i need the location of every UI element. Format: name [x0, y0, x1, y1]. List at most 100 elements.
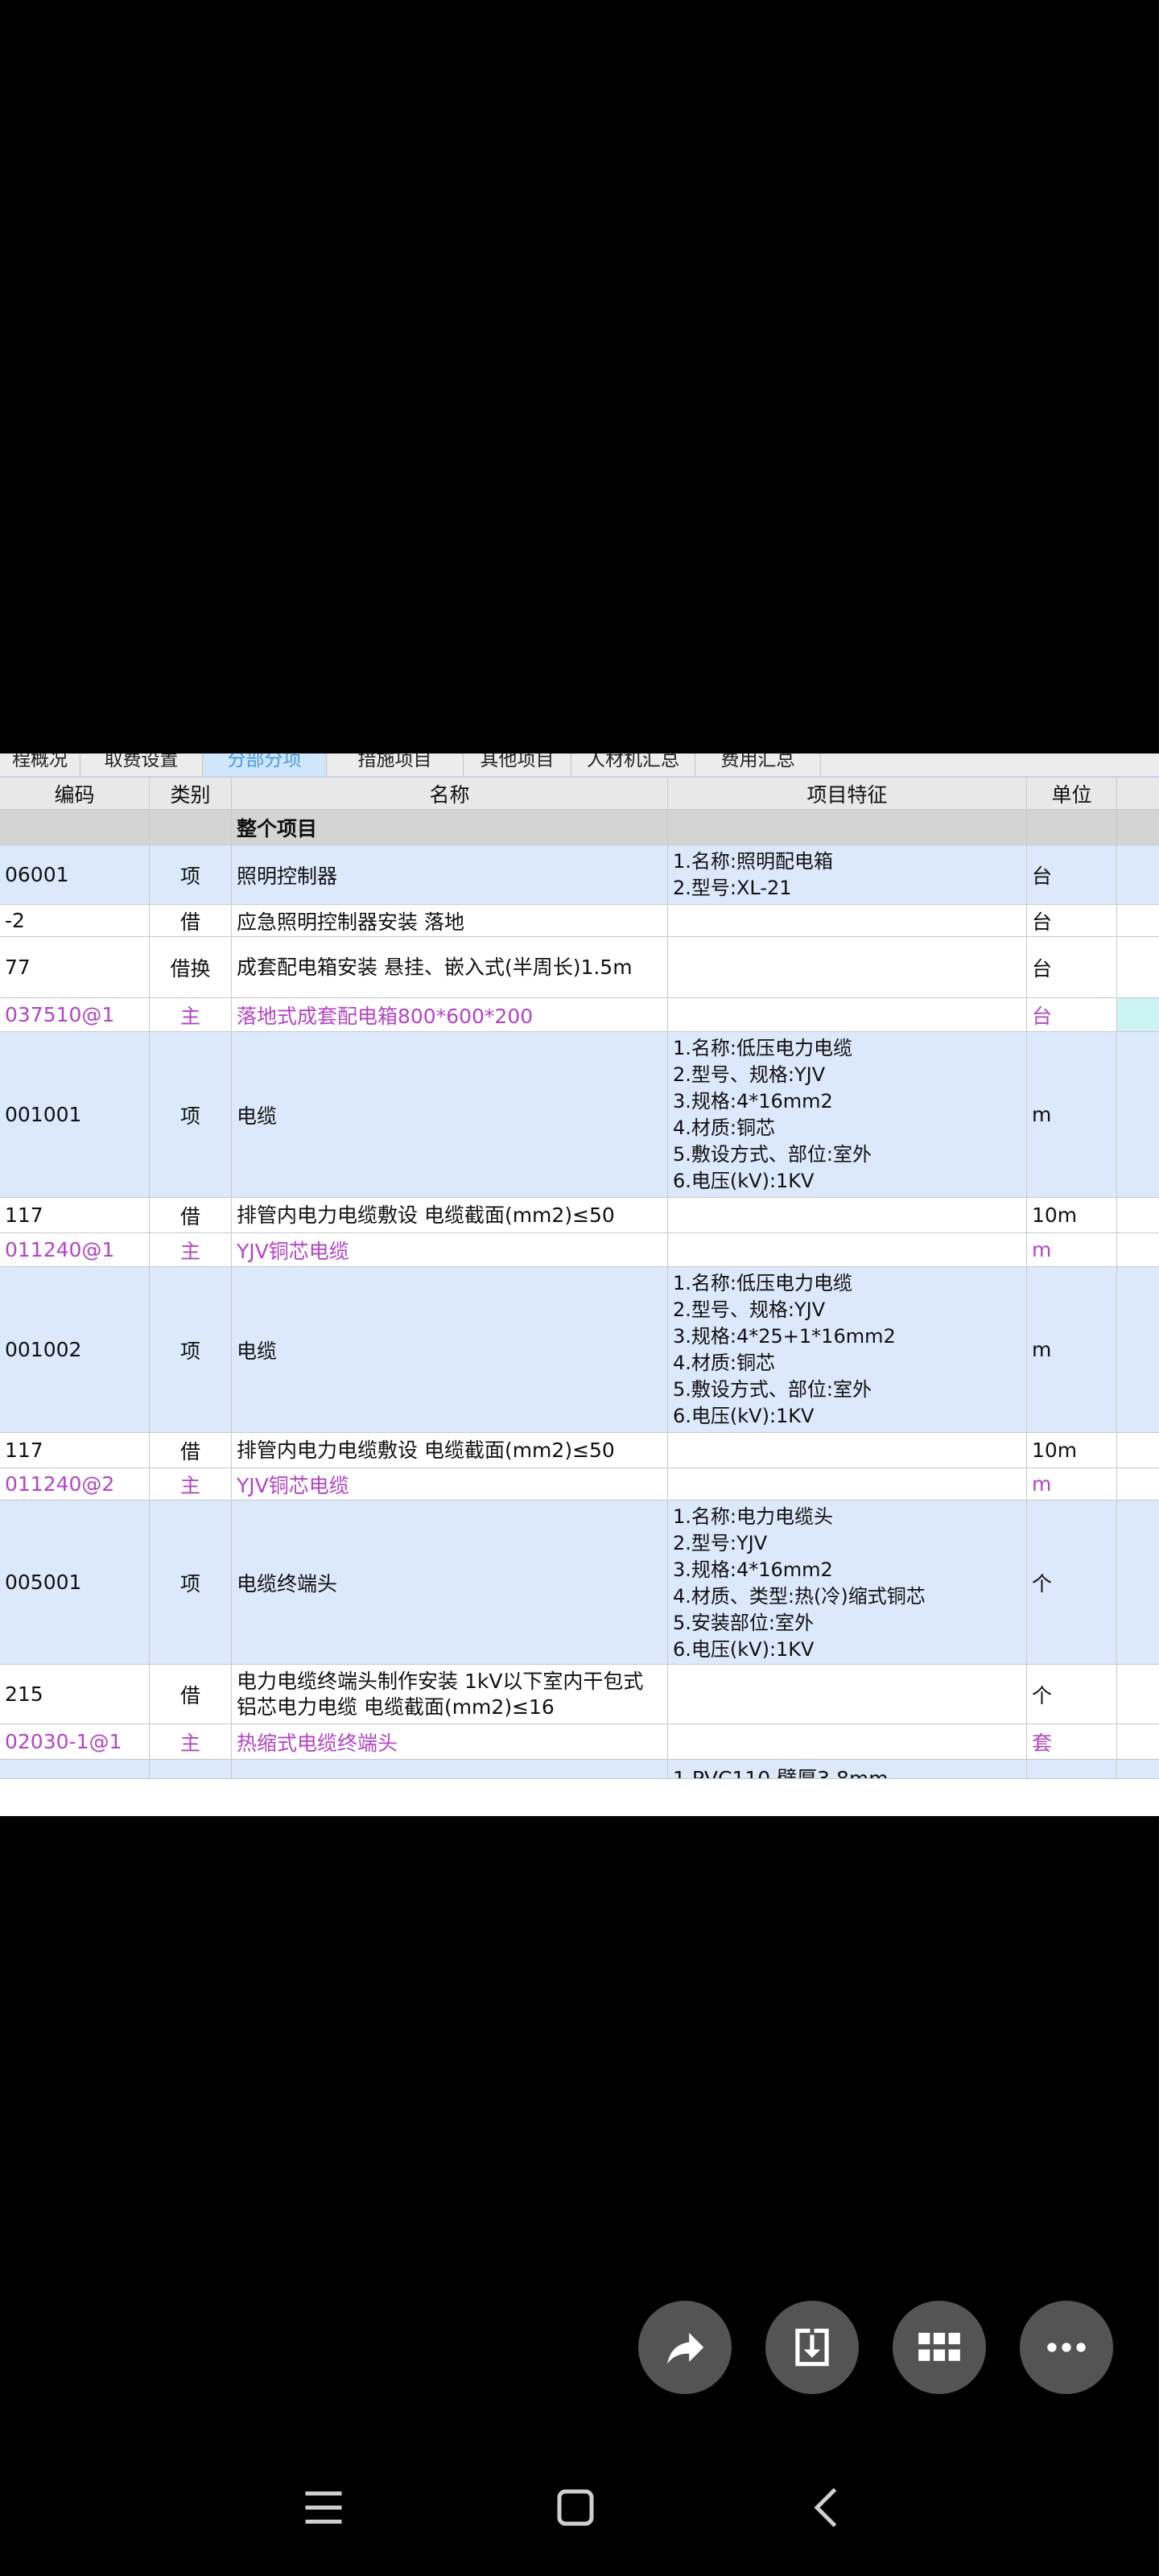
cell-features[interactable]	[668, 1665, 1027, 1724]
tab-6[interactable]: 费用汇总	[695, 753, 821, 776]
cell-code[interactable]: -2	[0, 905, 150, 936]
cell-name[interactable]: 成套配电箱安装 悬挂、嵌入式(半周长)1.5m	[232, 937, 668, 997]
cell-unit[interactable]: 台	[1027, 905, 1117, 936]
cell-code[interactable]: 011240@1	[0, 1233, 150, 1266]
table-row[interactable]: 77 借换 成套配电箱安装 悬挂、嵌入式(半周长)1.5m 台	[0, 937, 1159, 998]
cell-name[interactable]: 应急照明控制器安装 落地	[232, 905, 668, 936]
cell-features[interactable]: 1.名称:照明配电箱 2.型号:XL-21	[668, 845, 1027, 904]
table-row[interactable]: 117 借排管内电力电缆敷设 电缆截面(mm2)≤50 10m	[0, 1433, 1159, 1468]
cell-category[interactable]: 项	[150, 1032, 232, 1197]
tab-0[interactable]: 程概况	[0, 753, 80, 776]
tab-5[interactable]: 人材机汇总	[571, 753, 695, 776]
cell-features[interactable]: 1.名称:低压电力电缆 2.型号、规格:YJV 3.规格:4*25+1*16mm…	[668, 1267, 1027, 1432]
cell-name[interactable]: 电缆	[232, 1032, 668, 1197]
cell-name[interactable]: 照明控制器	[232, 845, 668, 904]
cell-features[interactable]: 1.名称:电力电缆头 2.型号:YJV 3.规格:4*16mm2 4.材质、类型…	[668, 1501, 1027, 1664]
cell-category[interactable]: 项	[150, 1267, 232, 1432]
nav-home-button[interactable]	[543, 2463, 608, 2552]
table-row[interactable]: 02030-1@1 主热缩式电缆终端头 套	[0, 1724, 1159, 1760]
table-row[interactable]: 001001 项电缆 1.名称:低压电力电缆 2.型号、规格:YJV 3.规格:4*…	[0, 1032, 1159, 1198]
table-row[interactable]: 整个项目	[0, 810, 1159, 845]
table-row[interactable]: 011240@1 主 YJV铜芯电缆 m	[0, 1233, 1159, 1267]
tab-4[interactable]: 其他项目	[464, 753, 571, 776]
cell-code[interactable]	[0, 810, 150, 844]
cell-features[interactable]	[668, 810, 1027, 844]
cell-category[interactable]: 借	[150, 1665, 232, 1724]
cell-code[interactable]: 001001	[0, 1032, 150, 1197]
download-button[interactable]	[765, 2301, 859, 2394]
table-row[interactable]: -2 借应急照明控制器安装 落地 台	[0, 905, 1159, 937]
cell-code[interactable]: 117	[0, 1198, 150, 1232]
cell-unit[interactable]: 10m	[1027, 1433, 1117, 1468]
cell-unit[interactable]: 台	[1027, 845, 1117, 904]
nav-menu-button[interactable]	[291, 2463, 356, 2552]
cell-code[interactable]: 001002	[0, 1267, 150, 1432]
cell-unit[interactable]: 台	[1027, 937, 1117, 997]
cell-name[interactable]: YJV铜芯电缆	[232, 1233, 668, 1266]
cell-name[interactable]: 排管内电力电缆敷设 电缆截面(mm2)≤50	[232, 1433, 668, 1468]
col-code-header[interactable]: 编码	[0, 778, 150, 809]
tab-2[interactable]: 分部分项	[203, 753, 327, 776]
cell-category[interactable]: 主	[150, 1724, 232, 1759]
cell-name[interactable]: 落地式成套配电箱800*600*200	[232, 998, 668, 1031]
cell-code[interactable]: 037510@1	[0, 998, 150, 1031]
cell-name[interactable]: 热缩式电缆终端头	[232, 1724, 668, 1759]
cell-features[interactable]	[668, 937, 1027, 997]
cell-category[interactable]: 主	[150, 1468, 232, 1500]
cell-features[interactable]	[668, 905, 1027, 936]
cell-category[interactable]: 借换	[150, 937, 232, 997]
cell-category[interactable]: 主	[150, 998, 232, 1031]
cell-category[interactable]: 项	[150, 845, 232, 904]
cell-unit[interactable]: 10m	[1027, 1198, 1117, 1232]
col-category-header[interactable]: 类别	[150, 778, 232, 809]
cell-unit[interactable]: m	[1027, 1032, 1117, 1197]
cell-unit[interactable]: 台	[1027, 998, 1117, 1031]
more-button[interactable]	[1020, 2301, 1113, 2394]
cell-unit[interactable]: m	[1027, 1468, 1117, 1500]
cell-code[interactable]: 06001	[0, 845, 150, 904]
table-row[interactable]: 1.PVC110 壁厚3.8mm	[0, 1760, 1159, 1779]
cell-unit[interactable]: 个	[1027, 1501, 1117, 1664]
cell-code[interactable]: 011240@2	[0, 1468, 150, 1500]
cell-category[interactable]	[150, 810, 232, 844]
cell-unit[interactable]	[1027, 1760, 1117, 1778]
cell-name[interactable]: 电力电缆终端头制作安装 1kV以下室内干包式铝芯电力电缆 电缆截面(mm2)≤1…	[232, 1665, 668, 1724]
table-row[interactable]: 011240@2 主 YJV铜芯电缆 m	[0, 1468, 1159, 1501]
cell-unit[interactable]: m	[1027, 1233, 1117, 1266]
table-row[interactable]: 037510@1 主落地式成套配电箱800*600*200 台	[0, 998, 1159, 1032]
tab-1[interactable]: 取费设置	[80, 753, 203, 776]
cell-features[interactable]	[668, 998, 1027, 1031]
cell-features[interactable]: 1.名称:低压电力电缆 2.型号、规格:YJV 3.规格:4*16mm2 4.材…	[668, 1032, 1027, 1197]
col-features-header[interactable]: 项目特征	[668, 778, 1027, 809]
cell-features[interactable]	[668, 1198, 1027, 1232]
cell-unit[interactable]: 个	[1027, 1665, 1117, 1724]
cell-category[interactable]: 借	[150, 1198, 232, 1232]
cell-category[interactable]: 主	[150, 1233, 232, 1266]
share-button[interactable]	[638, 2301, 732, 2394]
apps-button[interactable]	[893, 2301, 986, 2394]
cell-code[interactable]: 215	[0, 1665, 150, 1724]
cell-features[interactable]	[668, 1433, 1027, 1468]
table-row[interactable]: 06001 项照明控制器 1.名称:照明配电箱 2.型号:XL-21 台	[0, 845, 1159, 905]
table-row[interactable]: 215 借电力电缆终端头制作安装 1kV以下室内干包式铝芯电力电缆 电缆截面(mm…	[0, 1665, 1159, 1724]
table-row[interactable]: 001002 项电缆 1.名称:低压电力电缆 2.型号、规格:YJV 3.规格:4*…	[0, 1267, 1159, 1433]
cell-name[interactable]: 排管内电力电缆敷设 电缆截面(mm2)≤50	[232, 1198, 668, 1232]
cell-code[interactable]: 77	[0, 937, 150, 997]
cell-name[interactable]	[232, 1760, 668, 1778]
cell-name[interactable]: 电缆终端头	[232, 1501, 668, 1664]
cell-category[interactable]	[150, 1760, 232, 1778]
cell-features[interactable]	[668, 1468, 1027, 1500]
col-name-header[interactable]: 名称	[232, 778, 668, 809]
cell-name[interactable]: 电缆	[232, 1267, 668, 1432]
cell-category[interactable]: 借	[150, 905, 232, 936]
tab-3[interactable]: 措施项目	[327, 753, 464, 776]
cell-features[interactable]	[668, 1724, 1027, 1759]
cell-features[interactable]	[668, 1233, 1027, 1266]
cell-unit[interactable]: m	[1027, 1267, 1117, 1432]
cell-code[interactable]	[0, 1760, 150, 1778]
cell-category[interactable]: 借	[150, 1433, 232, 1468]
table-row[interactable]: 117 借排管内电力电缆敷设 电缆截面(mm2)≤50 10m	[0, 1198, 1159, 1233]
cell-unit[interactable]: 套	[1027, 1724, 1117, 1759]
cell-name[interactable]: 整个项目	[232, 810, 668, 844]
cell-unit[interactable]	[1027, 810, 1117, 844]
